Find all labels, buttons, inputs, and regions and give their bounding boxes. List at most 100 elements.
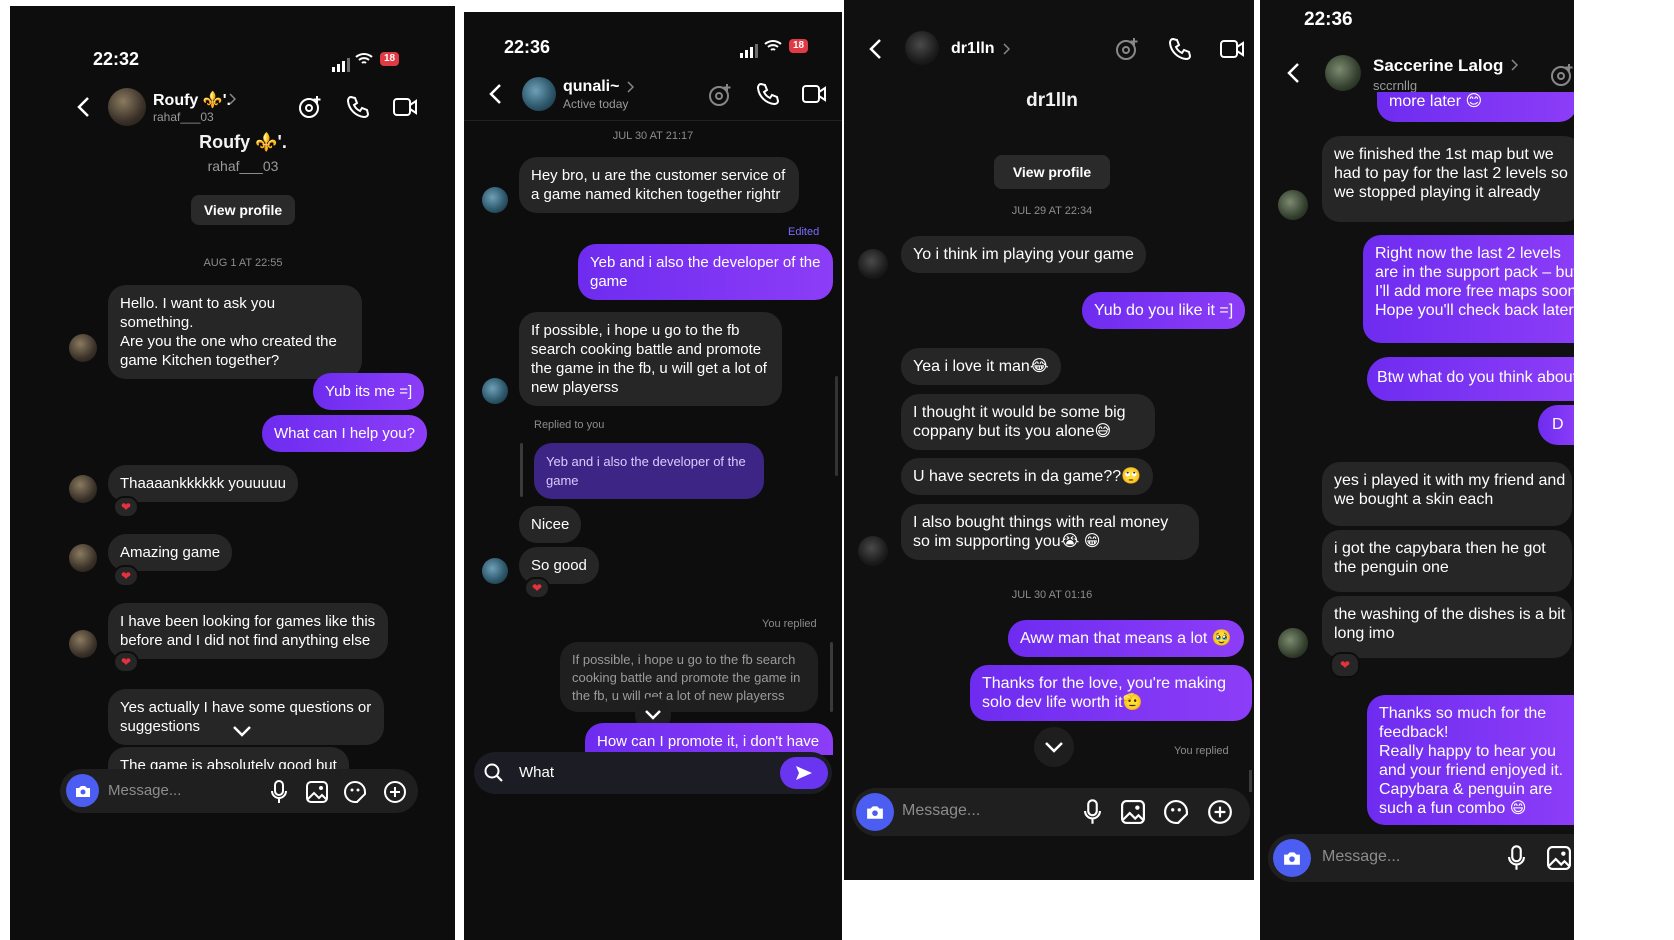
- back-arrow-icon[interactable]: [1286, 62, 1302, 84]
- message-input[interactable]: Message...: [902, 802, 980, 820]
- status-time: 22:36: [1304, 9, 1353, 30]
- video-icon[interactable]: [392, 96, 418, 118]
- header-name[interactable]: dr1lln: [951, 40, 995, 58]
- header-name[interactable]: qunali~: [563, 78, 619, 96]
- scrollbar[interactable]: [835, 376, 838, 476]
- chevron-down-icon: [1045, 742, 1063, 753]
- add-call-icon[interactable]: [1115, 36, 1141, 62]
- message-outgoing: more later 😊: [1377, 92, 1574, 122]
- message-incoming: Thaaaankkkkkk youuuuu: [108, 465, 298, 502]
- sticker-icon[interactable]: [344, 781, 366, 803]
- chevron-right-icon: [627, 81, 634, 93]
- back-arrow-icon[interactable]: [488, 83, 504, 105]
- microphone-icon[interactable]: [1508, 845, 1525, 871]
- message-outgoing: Right now the last 2 levels are in the s…: [1363, 235, 1574, 343]
- replied-message[interactable]: Yeb and i also the developer of the game: [534, 443, 764, 499]
- date-separator: JUL 30 AT 21:17: [612, 130, 694, 142]
- message-outgoing: Thanks so much for the feedback! Really …: [1367, 695, 1574, 825]
- send-button[interactable]: [780, 757, 828, 789]
- view-profile-button[interactable]: View profile: [191, 195, 295, 225]
- chevron-right-icon: [1511, 59, 1518, 71]
- search-icon[interactable]: [484, 763, 504, 783]
- avatar[interactable]: [1325, 55, 1361, 91]
- message-incoming: we finished the 1st map but we had to pa…: [1322, 136, 1574, 222]
- gallery-icon[interactable]: [1121, 800, 1145, 824]
- signal-icon: [740, 40, 760, 58]
- add-icon[interactable]: [383, 780, 407, 804]
- sticker-icon[interactable]: [1164, 800, 1188, 824]
- heart-reaction[interactable]: ❤: [113, 565, 139, 587]
- add-call-icon[interactable]: [1550, 62, 1574, 88]
- message-input[interactable]: Message...: [108, 782, 181, 799]
- camera-button[interactable]: [66, 774, 99, 807]
- camera-button[interactable]: [1273, 839, 1311, 877]
- back-arrow-icon[interactable]: [76, 96, 92, 118]
- add-call-icon[interactable]: [298, 94, 324, 120]
- camera-button[interactable]: [856, 793, 894, 831]
- quoted-message[interactable]: If possible, i hope u go to the fb searc…: [560, 642, 818, 712]
- replied-label: Replied to you: [534, 419, 605, 431]
- chevron-right-icon: [1003, 43, 1010, 55]
- sender-avatar: [482, 187, 508, 213]
- message-incoming: U have secrets in da game??🙄: [901, 458, 1154, 495]
- phone-icon[interactable]: [1168, 37, 1192, 61]
- video-icon[interactable]: [801, 83, 827, 105]
- profile-username: rahaf___03: [207, 158, 279, 174]
- top-overlay-bar: [464, 0, 842, 12]
- date-separator: AUG 1 AT 22:55: [203, 257, 283, 269]
- reply-bar: [520, 443, 523, 497]
- message-outgoing: Thanks for the love, you're making solo …: [970, 665, 1252, 721]
- heart-reaction[interactable]: ❤: [1330, 652, 1360, 678]
- heart-reaction[interactable]: ❤: [113, 496, 139, 518]
- message-incoming: Yo i think im playing your game: [901, 236, 1146, 273]
- battery-badge: 18: [789, 39, 809, 53]
- sender-avatar: [1278, 190, 1308, 220]
- message-incoming: yes i played it with my friend and we bo…: [1322, 462, 1572, 526]
- sender-avatar: [482, 378, 508, 404]
- chevron-down-icon[interactable]: [232, 724, 252, 738]
- heart-reaction[interactable]: ❤: [113, 651, 139, 673]
- date-separator: JUL 29 AT 22:34: [1011, 205, 1093, 217]
- add-icon[interactable]: [1207, 799, 1233, 825]
- quote-bar: [830, 642, 833, 712]
- message-outgoing: D: [1538, 405, 1574, 445]
- camera-icon: [1284, 852, 1300, 865]
- message-composer: [1268, 834, 1574, 882]
- edited-label: Edited: [788, 226, 820, 238]
- message-incoming: I have been looking for games like this …: [108, 603, 388, 659]
- quote-bar: [1249, 770, 1252, 792]
- you-replied-label: You replied: [762, 618, 817, 630]
- camera-icon: [867, 806, 883, 819]
- avatar[interactable]: [522, 77, 556, 111]
- screen-dr1lln: dr1lln dr1lln View profile JUL 29 AT 22:…: [844, 0, 1254, 880]
- phone-icon[interactable]: [756, 82, 780, 106]
- scroll-down-button[interactable]: [1034, 727, 1074, 767]
- profile-name: dr1lln: [1026, 90, 1078, 111]
- sender-avatar: [858, 536, 888, 566]
- message-outgoing: Yub do you like it =]: [1082, 292, 1246, 329]
- avatar[interactable]: [905, 31, 939, 65]
- view-profile-button[interactable]: View profile: [994, 155, 1110, 189]
- message-incoming: Yea i love it man😂: [901, 348, 1061, 385]
- message-outgoing: Yeb and i also the developer of the game: [578, 244, 833, 300]
- you-replied-label: You replied: [1174, 745, 1229, 757]
- microphone-icon[interactable]: [1084, 799, 1101, 825]
- header-name[interactable]: Saccerine Lalog: [1373, 56, 1503, 76]
- sender-avatar: [858, 249, 888, 279]
- back-arrow-icon[interactable]: [868, 38, 884, 60]
- header-name[interactable]: Roufy ⚜️'.: [153, 90, 231, 110]
- avatar[interactable]: [108, 88, 146, 126]
- add-call-icon[interactable]: [708, 82, 734, 108]
- gallery-icon[interactable]: [1547, 846, 1571, 870]
- message-incoming: I also bought things with real money so …: [901, 504, 1199, 560]
- message-outgoing: What can I help you?: [262, 415, 427, 452]
- video-icon[interactable]: [1218, 38, 1246, 60]
- header-username: rahaf___03: [153, 110, 214, 124]
- gallery-icon[interactable]: [306, 781, 328, 803]
- profile-name: Roufy ⚜️'.: [199, 132, 287, 152]
- message-input[interactable]: Message...: [1322, 848, 1400, 866]
- message-input[interactable]: What: [519, 764, 554, 781]
- phone-icon[interactable]: [346, 95, 370, 119]
- heart-reaction[interactable]: ❤: [524, 577, 550, 599]
- microphone-icon[interactable]: [271, 780, 287, 804]
